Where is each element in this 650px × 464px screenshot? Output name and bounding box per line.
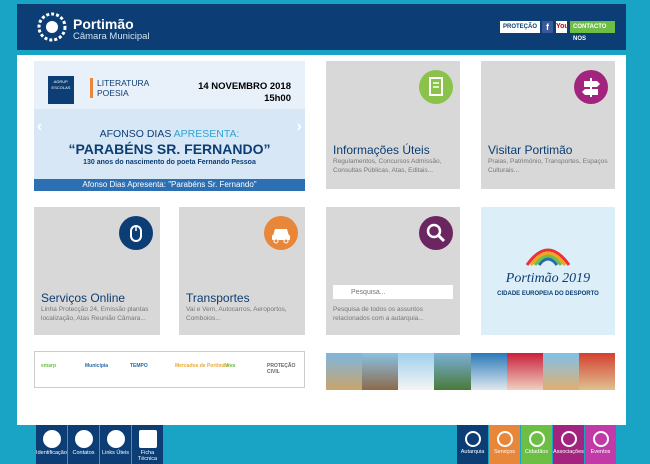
building-icon bbox=[464, 431, 481, 447]
partner-tempo[interactable]: TEMPO bbox=[130, 363, 148, 369]
gear-icon bbox=[496, 431, 513, 447]
car-icon bbox=[264, 216, 298, 250]
slider-prev-icon[interactable]: ‹ bbox=[37, 118, 42, 136]
lock-icon bbox=[42, 430, 61, 448]
footer-contatos[interactable]: Contatos bbox=[68, 425, 99, 464]
tile-servicos-text: Linha Protecção 24, Emissão plantas loca… bbox=[41, 306, 149, 322]
slide-headline-part1: AFONSO DIAS bbox=[99, 128, 174, 140]
footer-contatos-label: Contatos bbox=[72, 450, 95, 456]
site-title[interactable]: Portimão bbox=[73, 16, 134, 32]
partner-municipia[interactable]: Municípia bbox=[85, 363, 108, 369]
partner-emarp[interactable]: emarp bbox=[41, 363, 56, 369]
partner-mercados[interactable]: Mercados de Portimão bbox=[175, 363, 229, 369]
portimao-logo-icon[interactable] bbox=[35, 10, 69, 44]
tile-informacoes-title: Informações Úteis bbox=[333, 143, 430, 157]
slide-headline: AFONSO DIAS APRESENTA: bbox=[34, 128, 305, 140]
photo-5[interactable] bbox=[470, 353, 507, 390]
asterisk-icon bbox=[560, 431, 577, 447]
document-icon bbox=[419, 70, 453, 104]
school-logo: AGRUP. ESCOLAS bbox=[48, 76, 74, 104]
site-header: Portimão Câmara Municipal PROTEÇÃO f You… bbox=[17, 4, 626, 50]
slide-title: “PARABÉNS SR. FERNANDO” bbox=[68, 141, 271, 157]
photo-7[interactable] bbox=[542, 353, 579, 390]
tile-informacoes[interactable]: Informações Úteis Regulamentos, Concurso… bbox=[326, 61, 460, 189]
photo-1[interactable] bbox=[326, 353, 363, 390]
slider-next-icon[interactable]: › bbox=[297, 118, 302, 136]
clipboard-icon bbox=[138, 430, 157, 448]
tile-pesquisa-text: Pesquisa de todos os assuntos relacionad… bbox=[333, 306, 424, 322]
info-icon bbox=[74, 430, 93, 448]
news-slider[interactable]: AGRUP. ESCOLAS LITERATURA POESIA 14 NOVE… bbox=[34, 61, 305, 191]
portal-autarquia[interactable]: Autarquia bbox=[457, 425, 488, 464]
portal-cidadaos[interactable]: Cidadãos bbox=[521, 425, 552, 464]
portal-cidadaos-label: Cidadãos bbox=[524, 449, 549, 455]
slide-date-day: 14 NOVEMBRO 2018 bbox=[198, 81, 291, 92]
footer-identificacao-label: Identificação bbox=[36, 450, 67, 456]
tile-visitar-title: Visitar Portimão bbox=[488, 143, 573, 157]
tile-informacoes-text: Regulamentos, Concursos Admissão, Consul… bbox=[333, 158, 442, 174]
facebook-icon[interactable]: f bbox=[542, 21, 553, 33]
slide-headline-part2: APRESENTA: bbox=[173, 128, 240, 140]
footer-ficha-tecnica[interactable]: Ficha Técnica bbox=[132, 425, 163, 464]
site-footer: Identificação Contatos Links Úteis Ficha… bbox=[17, 425, 626, 464]
youtube-icon[interactable]: You bbox=[556, 21, 569, 33]
link-icon bbox=[106, 430, 125, 448]
site-subtitle: Câmara Municipal bbox=[73, 31, 150, 42]
portal-eventos-label: Eventos bbox=[590, 449, 611, 455]
partners-bar: emarp Municípia TEMPO Mercados de Portim… bbox=[34, 351, 305, 388]
photo-8[interactable] bbox=[578, 353, 615, 390]
partner-viva[interactable]: Viva bbox=[225, 363, 235, 369]
tile-pesquisa: Pesquisa de todos os assuntos relacionad… bbox=[326, 207, 460, 335]
person-icon bbox=[528, 431, 545, 447]
portal-eventos[interactable]: Eventos bbox=[585, 425, 616, 464]
tile-transportes[interactable]: Transportes Vai e Vem, Autocarros, Aerop… bbox=[179, 207, 305, 335]
protecao-link[interactable]: PROTEÇÃO bbox=[500, 21, 540, 33]
slide-category-line2: POESIA bbox=[97, 88, 129, 98]
photo-6[interactable] bbox=[506, 353, 543, 390]
portal-servicos[interactable]: Serviços bbox=[489, 425, 520, 464]
mouse-icon bbox=[119, 216, 153, 250]
portal-associacoes[interactable]: Associações bbox=[553, 425, 584, 464]
tile-visitar-text: Praias, Património, Transportes, Espaços… bbox=[488, 158, 608, 174]
rainbow-logo-icon bbox=[525, 248, 571, 266]
footer-identificacao[interactable]: Identificação bbox=[36, 425, 67, 464]
slide-category-line1: LITERATURA bbox=[97, 78, 150, 88]
photo-4[interactable] bbox=[434, 353, 471, 390]
slide-subtitle: 130 anos do nascimento do poeta Fernando… bbox=[83, 159, 256, 166]
tile-transportes-title: Transportes bbox=[186, 291, 250, 305]
signpost-icon bbox=[574, 70, 608, 104]
contact-link[interactable]: CONTACTO NOS bbox=[570, 21, 615, 42]
slide-category: LITERATURA POESIA bbox=[90, 78, 149, 98]
header-strip bbox=[17, 50, 626, 55]
search-icon[interactable] bbox=[419, 216, 453, 250]
tile-servicos-title: Serviços Online bbox=[41, 291, 126, 305]
photo-strip[interactable] bbox=[326, 353, 615, 390]
portal-associacoes-label: Associações bbox=[553, 449, 584, 455]
footer-links-uteis[interactable]: Links Úteis bbox=[100, 425, 131, 464]
tile-visitar[interactable]: Visitar Portimão Praias, Património, Tra… bbox=[481, 61, 615, 189]
slide-date: 14 NOVEMBRO 2018 15h00 bbox=[198, 81, 291, 105]
star-icon bbox=[592, 431, 609, 447]
portal-autarquia-label: Autarquia bbox=[460, 449, 485, 455]
slide-date-time: 15h00 bbox=[264, 93, 291, 104]
photo-3[interactable] bbox=[398, 353, 435, 390]
tile-servicos-online[interactable]: Serviços Online Linha Protecção 24, Emis… bbox=[34, 207, 160, 335]
page: Portimão Câmara Municipal PROTEÇÃO f You… bbox=[17, 4, 626, 464]
desporto-title: Portimão 2019 bbox=[505, 271, 591, 286]
footer-links-label: Links Úteis bbox=[102, 450, 129, 456]
footer-ficha-label: Ficha Técnica bbox=[137, 450, 158, 462]
desporto-subtitle: CIDADE EUROPEIA DO DESPORTO bbox=[497, 291, 599, 297]
partner-protecao-civil[interactable]: PROTEÇÃO CIVIL bbox=[267, 363, 304, 375]
photo-2[interactable] bbox=[362, 353, 399, 390]
slide-caption[interactable]: Afonso Dias Apresenta: "Parabéns Sr. Fer… bbox=[34, 179, 305, 191]
tile-transportes-text: Vai e Vem, Autocarros, Aeroportos, Combo… bbox=[186, 306, 287, 322]
tile-desporto-2019[interactable]: Portimão 2019 CIDADE EUROPEIA DO DESPORT… bbox=[481, 207, 615, 335]
search-input[interactable] bbox=[333, 285, 453, 299]
portal-servicos-label: Serviços bbox=[493, 449, 516, 455]
